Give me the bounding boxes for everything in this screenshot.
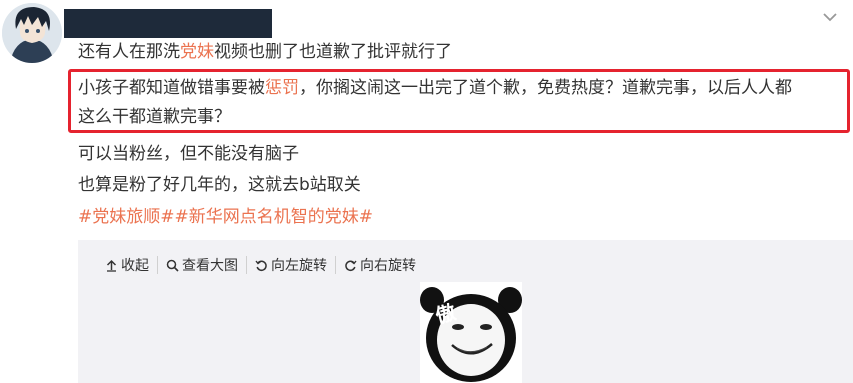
media-toolbar: 收起 查看大图 向左旋转 向右旋转 [103,256,424,274]
rotate-right-button[interactable]: 向右旋转 [336,256,424,274]
hashtag-link[interactable]: #党妹旅顺# [78,207,175,227]
search-icon [166,259,179,272]
collapse-button[interactable]: 收起 [103,256,158,274]
keyword: 党妹 [180,42,214,62]
rotate-right-label: 向右旋转 [360,258,416,274]
post-text-line-4: 可以当粉丝，但不能没有脑子 [78,144,299,164]
rotate-right-icon [345,260,357,271]
hashtag-line: #党妹旅顺##新华网点名机智的党妹# [78,206,373,228]
username-redacted [64,9,272,38]
chevron-down-icon[interactable] [821,8,839,26]
view-large-label: 查看大图 [182,258,238,274]
rotate-left-button[interactable]: 向左旋转 [247,256,336,274]
hashtag-link[interactable]: #新华网点名机智的党妹# [175,207,374,227]
view-large-button[interactable]: 查看大图 [158,256,247,274]
panda-meme-sticker[interactable]: 傲 [420,282,522,383]
post-text-line-2: 小孩子都知道做错事要被惩罚，你搁这闹这一出完了道个歉，免费热度？道歉完事，以后人… [78,78,792,98]
avatar[interactable] [2,3,62,63]
rotate-left-icon [255,260,267,271]
rotate-left-label: 向左旋转 [271,258,327,274]
post-text-line-5: 也算是粉了好几年的，这就去b站取关 [78,175,361,195]
keyword: 惩罚 [265,78,299,98]
post-text-line-1: 还有人在那洗党妹视频也删了也道歉了批评就行了 [78,42,452,62]
media-panel: 收起 查看大图 向左旋转 向右旋转 傲 [78,240,853,383]
post-text-line-3: 这么干都道歉完事？ [78,107,231,127]
collapse-label: 收起 [121,258,149,274]
avatar-image [2,3,62,63]
arrow-up-icon [106,259,117,272]
